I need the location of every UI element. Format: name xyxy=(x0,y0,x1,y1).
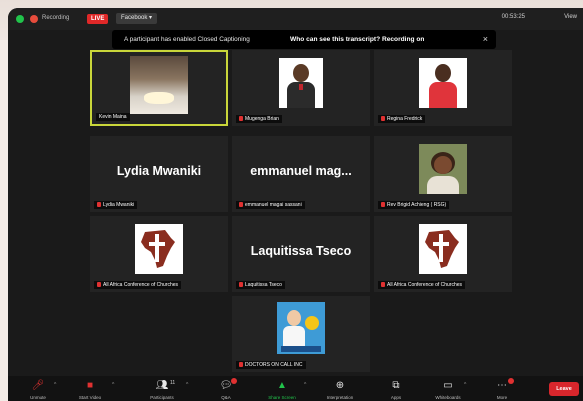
share-screen-icon: ▲ xyxy=(277,380,287,391)
leave-button[interactable]: Leave xyxy=(549,382,579,396)
participant-name-label: Rev Brigid Achieng ( RSG) xyxy=(378,201,450,209)
doctors-on-call-logo xyxy=(277,302,325,354)
whiteboard-options-caret[interactable]: ^ xyxy=(464,382,466,388)
muted-microphone-icon: 🎤︎ xyxy=(31,380,45,391)
participant-name-label: Lydia Mwaniki xyxy=(94,201,138,209)
interpretation-label: Interpretation xyxy=(326,395,354,400)
unmute-button[interactable]: 🎤︎ Unmute xyxy=(18,376,58,401)
muted-mic-icon xyxy=(239,362,243,367)
video-tile-regina[interactable]: Regina Fredrick xyxy=(374,50,512,126)
qa-label: Q&A xyxy=(221,395,231,400)
zoom-meeting-window: Recording LIVE Facebook ▾ 00:53:25 View … xyxy=(8,8,583,401)
participant-name-label: Kevin Maina xyxy=(96,113,130,121)
muted-mic-icon xyxy=(381,116,385,121)
meeting-controls-toolbar: 🎤︎ Unmute ^ ■ Start Video ^ 👥︎ 11 Partic… xyxy=(8,376,583,401)
video-tile-aacc-1[interactable]: All Africa Conference of Churches xyxy=(90,216,228,292)
video-tile-lydia[interactable]: Lydia Mwaniki Lydia Mwaniki xyxy=(90,136,228,212)
muted-mic-icon xyxy=(381,202,385,207)
muted-mic-icon xyxy=(97,202,101,207)
participant-video xyxy=(130,56,188,114)
muted-mic-icon xyxy=(97,282,101,287)
start-video-button[interactable]: ■ Start Video xyxy=(70,376,110,401)
apps-icon: ⧉ xyxy=(392,380,400,391)
view-button[interactable]: View xyxy=(564,14,577,20)
video-off-icon: ■ xyxy=(86,380,94,391)
security-shield-icon[interactable] xyxy=(16,15,24,23)
recording-status: Recording xyxy=(42,15,70,21)
qa-notification-badge xyxy=(231,378,237,384)
live-badge: LIVE xyxy=(87,14,109,24)
apps-button[interactable]: ⧉ Apps xyxy=(376,376,416,401)
more-dots-icon: ⋯ xyxy=(497,380,507,391)
share-options-caret[interactable]: ^ xyxy=(304,382,306,388)
light-glare xyxy=(144,92,174,104)
apps-label: Apps xyxy=(390,395,402,400)
muted-mic-icon xyxy=(239,282,243,287)
participants-label: Participants xyxy=(150,395,174,400)
video-tile-emmanuel[interactable]: emmanuel mag... emmanuel magai sassani xyxy=(232,136,370,212)
live-platform-dropdown[interactable]: Facebook ▾ xyxy=(116,13,158,24)
share-screen-label: Share Screen xyxy=(268,395,296,400)
africa-map-icon xyxy=(141,230,175,268)
meeting-top-bar: Recording LIVE Facebook ▾ 00:53:25 View xyxy=(8,8,583,30)
participant-display-name: Laquitissa Tseco xyxy=(250,244,352,258)
participants-options-caret[interactable]: ^ xyxy=(186,382,188,388)
interpretation-button[interactable]: ⊕ Interpretation xyxy=(320,376,360,401)
participant-name-label: Regina Fredrick xyxy=(378,115,426,123)
aacc-logo xyxy=(419,224,467,274)
video-tile-doctors-on-call[interactable]: DOCTORS ON CALL INC xyxy=(232,296,370,372)
participants-button[interactable]: 👥︎ 11 Participants xyxy=(142,376,182,401)
africa-map-icon xyxy=(425,230,459,268)
recording-dot-icon xyxy=(30,15,38,23)
muted-mic-icon xyxy=(381,282,385,287)
aacc-logo xyxy=(135,224,183,274)
video-tile-kevin[interactable]: Kevin Maina xyxy=(90,50,228,126)
participant-photo xyxy=(419,144,467,194)
unmute-label: Unmute xyxy=(30,395,46,400)
start-video-label: Start Video xyxy=(78,395,102,400)
more-notification-badge xyxy=(508,378,514,384)
participant-name-label: Laquitissa Tseco xyxy=(236,281,285,289)
participant-name-label: emmanuel magai sassani xyxy=(236,201,305,209)
closed-caption-banner: A participant has enabled Closed Caption… xyxy=(112,30,496,49)
muted-mic-icon xyxy=(239,116,243,121)
whiteboard-icon: ▭ xyxy=(443,380,453,391)
video-tile-rev-brigid[interactable]: Rev Brigid Achieng ( RSG) xyxy=(374,136,512,212)
caption-message: A participant has enabled Closed Caption… xyxy=(124,36,250,43)
participant-display-name: emmanuel mag... xyxy=(250,164,352,178)
participant-photo xyxy=(419,58,467,108)
qa-button[interactable]: 💬︎ Q&A xyxy=(206,376,246,401)
participant-display-name: Lydia Mwaniki xyxy=(116,164,202,178)
more-button[interactable]: ⋯ More xyxy=(482,376,522,401)
share-screen-button[interactable]: ▲ Share Screen xyxy=(262,376,302,401)
video-options-caret[interactable]: ^ xyxy=(112,382,114,388)
video-tile-mugenga[interactable]: Mugenga Brian xyxy=(232,50,370,126)
meeting-timer: 00:53:25 xyxy=(501,14,525,20)
participant-name-label: All Africa Conference of Churches xyxy=(94,281,182,289)
participant-photo xyxy=(279,58,323,108)
participant-name-label: Mugenga Brian xyxy=(236,115,282,123)
participant-name-label: DOCTORS ON CALL INC xyxy=(236,361,306,369)
globe-icon: ⊕ xyxy=(335,380,345,391)
whiteboards-button[interactable]: ▭ Whiteboards xyxy=(428,376,468,401)
transcript-visibility-link[interactable]: Who can see this transcript? Recording o… xyxy=(290,36,424,43)
video-tile-laquitissa[interactable]: Laquitissa Tseco Laquitissa Tseco xyxy=(232,216,370,292)
muted-mic-icon xyxy=(239,202,243,207)
audio-options-caret[interactable]: ^ xyxy=(54,382,56,388)
whiteboards-label: Whiteboards xyxy=(435,395,461,400)
close-icon[interactable]: × xyxy=(483,34,488,44)
video-tile-aacc-2[interactable]: All Africa Conference of Churches xyxy=(374,216,512,292)
more-label: More xyxy=(496,395,508,400)
participant-name-label: All Africa Conference of Churches xyxy=(378,281,466,289)
participants-icon: 👥︎ xyxy=(155,380,169,391)
participants-count: 11 xyxy=(170,380,176,386)
